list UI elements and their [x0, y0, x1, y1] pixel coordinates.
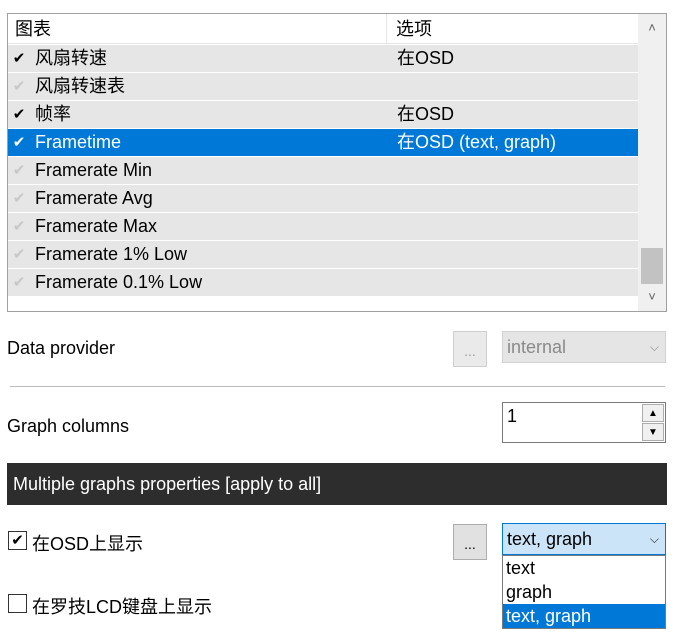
list-item[interactable]: ✔ Framerate 1% Low — [8, 241, 639, 269]
column-header-chart[interactable]: 图表 — [8, 14, 387, 44]
list-item-name: Framerate 0.1% Low — [35, 272, 203, 292]
data-provider-value: internal — [507, 337, 567, 357]
show-osd-value: text, graph — [507, 529, 593, 549]
divider — [10, 386, 665, 387]
graph-columns-value[interactable]: 1 — [507, 406, 517, 427]
list-rows: ✔ 风扇转速 在OSD ✔ 风扇转速表 ✔ 帧率 在OSD ✔ Frametime 在OSD (te… — [8, 45, 639, 297]
scrollbar-thumb[interactable] — [641, 248, 663, 284]
show-lcd-checkbox[interactable] — [8, 594, 27, 613]
check-icon[interactable]: ✔ — [11, 101, 27, 128]
data-provider-select[interactable]: internal ⌵ — [502, 331, 666, 363]
check-icon[interactable]: ✔ — [11, 129, 27, 156]
list-item[interactable]: ✔ 帧率 在OSD — [8, 101, 639, 129]
dropdown-option[interactable]: graph — [503, 580, 665, 604]
check-icon[interactable]: ✔ — [11, 269, 27, 296]
check-icon[interactable]: ✔ — [11, 185, 27, 212]
show-osd-options-list[interactable]: text graph text, graph — [502, 555, 666, 629]
chevron-down-icon: ⌵ — [649, 532, 659, 546]
list-item-name: 风扇转速 — [35, 48, 107, 68]
check-icon[interactable]: ✔ — [11, 73, 27, 100]
graph-columns-label: Graph columns — [7, 416, 130, 436]
spin-up-icon[interactable]: ▲ — [642, 404, 664, 422]
list-item[interactable]: ✔ Frametime 在OSD (text, graph) — [8, 129, 639, 157]
list-item[interactable]: ✔ Framerate Min — [8, 157, 639, 185]
list-item-name: Framerate Max — [35, 216, 158, 236]
list-scrollbar[interactable]: ˄ ˅ — [638, 14, 666, 311]
list-item-name: Framerate 1% Low — [35, 244, 188, 264]
list-item[interactable]: ✔ 风扇转速表 — [8, 73, 639, 101]
column-header-options[interactable]: 选项 — [388, 14, 639, 44]
spin-down-icon[interactable]: ▼ — [642, 423, 664, 441]
list-item-option: 在OSD — [397, 104, 455, 124]
section-header: Multiple graphs properties [apply to all… — [7, 463, 667, 505]
show-osd-label[interactable]: 在OSD上显示 — [32, 530, 143, 556]
list-item-option: 在OSD (text, graph) — [397, 132, 557, 152]
list-item-name: Frametime — [35, 132, 122, 152]
list-item[interactable]: ✔ Framerate Avg — [8, 185, 639, 213]
list-item[interactable]: ✔ Framerate Max — [8, 213, 639, 241]
list-item-name: 帧率 — [35, 104, 71, 124]
list-header: 图表 选项 — [8, 14, 639, 44]
graph-columns-stepper[interactable]: 1 ▲ ▼ — [502, 402, 666, 443]
show-osd-checkbox[interactable]: ✔ — [8, 531, 27, 550]
list-item-name: Framerate Avg — [35, 188, 153, 208]
check-icon[interactable]: ✔ — [11, 213, 27, 240]
scroll-down-icon[interactable]: ˅ — [638, 283, 666, 311]
chevron-down-icon: ⌵ — [649, 340, 659, 354]
dropdown-option[interactable]: text — [503, 556, 665, 580]
list-item-name: 风扇转速表 — [35, 76, 125, 96]
check-icon[interactable]: ✔ — [11, 157, 27, 184]
list-item-option: 在OSD — [397, 48, 455, 68]
data-provider-browse-button[interactable]: ... — [453, 331, 487, 367]
chart-list[interactable]: 图表 选项 ✔ 风扇转速 在OSD ✔ 风扇转速表 ✔ 帧率 在OSD ✔ Frametime 在O… — [7, 13, 667, 312]
list-item[interactable]: ✔ 风扇转速 在OSD — [8, 45, 639, 73]
check-icon[interactable]: ✔ — [11, 45, 27, 72]
show-osd-browse-button[interactable]: ... — [453, 524, 487, 560]
data-provider-label: Data provider — [7, 338, 116, 358]
dropdown-option[interactable]: text, graph — [503, 604, 665, 628]
list-item[interactable]: ✔ Framerate 0.1% Low — [8, 269, 639, 297]
scroll-up-icon[interactable]: ˄ — [638, 14, 666, 42]
show-osd-select[interactable]: text, graph ⌵ — [502, 523, 666, 555]
show-lcd-label[interactable]: 在罗技LCD键盘上显示 — [32, 593, 212, 619]
check-icon[interactable]: ✔ — [11, 241, 27, 268]
list-item-name: Framerate Min — [35, 160, 153, 180]
